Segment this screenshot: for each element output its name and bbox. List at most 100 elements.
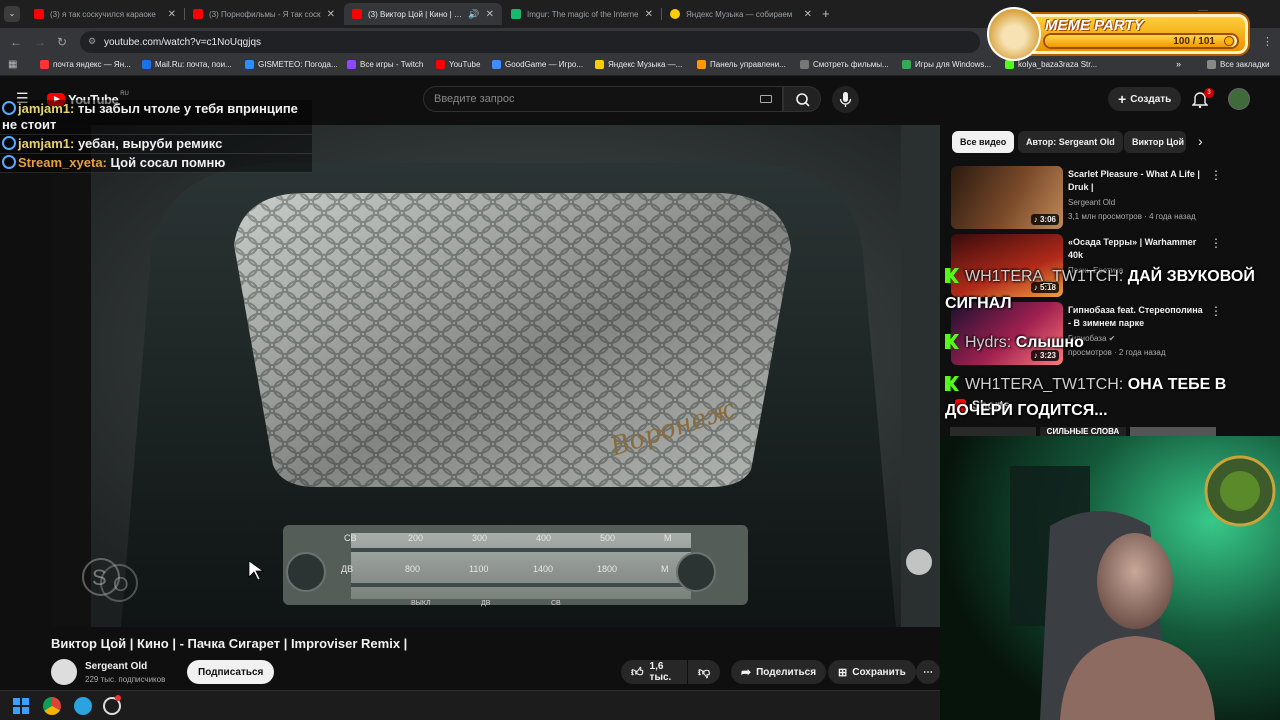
radio-dial-label: ВЫКЛ <box>411 600 431 607</box>
rec-title: Гипнобаза feat. Стереополина - В зимнем … <box>1068 305 1203 328</box>
bookmark-goodgame[interactable]: GoodGame — Игро... <box>492 60 583 69</box>
tab-5[interactable]: Яндекс Музыка — собираем ✕ <box>662 3 820 25</box>
avatar[interactable] <box>51 659 77 685</box>
notifications-badge: 3 <box>1204 88 1214 98</box>
kick-chat-message: Hydrs: Слышно <box>945 334 1084 352</box>
keyboard-icon[interactable] <box>760 95 772 103</box>
more-bookmarks-icon[interactable]: » <box>1176 59 1181 69</box>
rec-menu-icon[interactable]: ⋮ <box>1210 168 1222 182</box>
video-player[interactable]: S O СВ 200 300 400 500 М ДВ 800 1100 1400 1800 М В… <box>51 125 940 627</box>
apps-grid-icon[interactable]: ▦ <box>8 59 17 70</box>
chat-message: Stream_xyeta: Цой сосал помню <box>0 154 312 173</box>
kick-logo-icon <box>945 334 959 349</box>
bookmark-kick-stream[interactable]: kolya_baza3raza Str... <box>1005 60 1097 69</box>
tab-close-icon[interactable]: ✕ <box>168 9 176 20</box>
tab-title: (3) я так соскучился караоке <box>50 9 156 19</box>
bookmark-favicon-icon <box>347 60 356 69</box>
subscribe-button[interactable]: Подписаться <box>187 660 275 684</box>
save-button[interactable]: ⊞ Сохранить <box>828 660 916 684</box>
verified-icon: ✔ <box>1108 334 1116 343</box>
radio-dial-label: СВ <box>551 600 561 607</box>
menu-kebab-icon[interactable]: ⋮ <box>1262 35 1273 48</box>
chip-author[interactable]: Автор: Sergeant Old <box>1018 131 1123 153</box>
rec-menu-icon[interactable]: ⋮ <box>1210 236 1222 250</box>
youtube-favicon-icon <box>34 9 44 19</box>
subscriber-count: 229 тыс. подписчиков <box>85 675 166 684</box>
windows-taskbar <box>0 690 940 720</box>
chevron-right-icon[interactable]: › <box>1198 133 1203 149</box>
kick-chat-message: WH1TERA_TW1TCH: ОНА ТЕБЕ В <box>945 376 1226 394</box>
dislike-button[interactable]: 👎︎ <box>688 660 720 684</box>
radio-dial-label: 500 <box>600 533 615 543</box>
url-text: youtube.com/watch?v=c1NoUqgjqs <box>104 36 262 48</box>
bookmark-windows-games[interactable]: Игры для Windows... <box>902 60 991 69</box>
tab-1[interactable]: (3) я так соскучился караоке ✕ <box>26 3 184 25</box>
bookmark-favicon-icon <box>40 60 49 69</box>
more-actions-button[interactable]: ⋯ <box>916 660 940 684</box>
reload-icon[interactable]: ↻ <box>57 35 67 49</box>
windows-start-icon[interactable] <box>13 698 29 714</box>
back-icon[interactable]: ← <box>10 35 22 49</box>
webcam-feed <box>940 436 1280 720</box>
bookmark-favicon-icon <box>142 60 151 69</box>
tab-4[interactable]: Imgur: The magic of the Interne ✕ <box>503 3 661 25</box>
tab-close-icon[interactable]: ✕ <box>645 9 653 20</box>
radio-dial-label: 300 <box>472 533 487 543</box>
search-input[interactable]: Введите запрос <box>423 86 783 112</box>
bookmark-mail-ru[interactable]: Mail.Ru: почта, пои... <box>142 60 232 69</box>
search-icon <box>796 93 810 107</box>
bookmark-movies[interactable]: Смотреть фильмы... <box>800 60 889 69</box>
telegram-icon[interactable] <box>74 697 92 715</box>
radio-dial-label: 1800 <box>597 564 617 574</box>
bookmark-twitch[interactable]: Все игры - Twitch <box>347 60 423 69</box>
meme-progress-bar: 100 / 101 <box>1043 33 1239 49</box>
bookmark-yandex-music[interactable]: Яндекс Музыка —... <box>595 60 682 69</box>
radio-dial-label: ДВ <box>481 600 491 607</box>
new-tab-icon[interactable]: + <box>822 6 830 21</box>
more-horizontal-icon: ⋯ <box>923 666 933 678</box>
rec-menu-icon[interactable]: ⋮ <box>1210 304 1222 318</box>
avatar[interactable] <box>1228 88 1250 110</box>
radio-dial-label: 200 <box>408 533 423 543</box>
address-bar[interactable]: ⚙ youtube.com/watch?v=c1NoUqgjqs <box>80 31 980 53</box>
bookmark-favicon-icon <box>902 60 911 69</box>
share-button[interactable]: ➦ Поделиться <box>731 660 827 684</box>
doge-icon <box>987 7 1041 61</box>
video-thumbnail[interactable]: ♪ 5:18 <box>951 234 1063 297</box>
like-button[interactable]: 👍︎ 1,6 тыс. <box>621 660 687 684</box>
bookmark-youtube[interactable]: YouTube <box>436 60 480 69</box>
goodgame-icon <box>2 136 16 150</box>
voice-search-button[interactable] <box>832 86 859 113</box>
tab-title: (3) Виктор Цой | Кино | - П <box>368 9 465 19</box>
meme-progress-value: 100 / 101 <box>1173 36 1215 47</box>
channel-name[interactable]: Sergeant Old <box>85 661 147 672</box>
bookmark-yandex-mail[interactable]: почта яндекс — Ян... <box>40 60 131 69</box>
video-title: Виктор Цой | Кино | - Пачка Сигарет | Im… <box>51 636 408 651</box>
tab-close-icon[interactable]: ✕ <box>486 9 494 20</box>
thumbs-up-icon: 👍︎ <box>631 664 644 679</box>
tab-title: (3) Порнофильмы - Я так соск <box>209 9 321 19</box>
tab-close-icon[interactable]: ✕ <box>804 9 812 20</box>
meme-party-title: MEME PARTY <box>1045 17 1144 34</box>
create-button[interactable]: + Создать <box>1108 87 1182 111</box>
recommendation-item[interactable]: ♪ 5:18 «Осада Терры» | Warhammer 40k Пес… <box>951 234 1271 298</box>
duration-badge: ♪ 3:06 <box>1030 214 1059 225</box>
audio-playing-icon[interactable]: 🔊 <box>468 9 479 20</box>
bookmark-all[interactable]: Все закладки <box>1207 60 1269 69</box>
bookmark-gismeteo[interactable]: GISMETEO: Погода... <box>245 60 338 69</box>
recommendation-item[interactable]: ♪ 3:06 Scarlet Pleasure - What A Life | … <box>951 166 1271 230</box>
channel-watermark-icon[interactable] <box>906 549 932 575</box>
tab-close-icon[interactable]: ✕ <box>327 9 335 20</box>
chip-all-videos[interactable]: Все видео <box>952 131 1015 153</box>
bookmark-control-panel[interactable]: Панель управлени... <box>697 60 786 69</box>
chrome-icon[interactable] <box>43 697 61 715</box>
tab-search-icon[interactable]: ⌄ <box>4 6 20 22</box>
tab-3-active[interactable]: (3) Виктор Цой | Кино | - П 🔊 ✕ <box>344 3 502 25</box>
tab-2[interactable]: (3) Порнофильмы - Я так соск ✕ <box>185 3 343 25</box>
forward-icon[interactable]: → <box>34 35 46 49</box>
site-info-icon[interactable]: ⚙ <box>88 36 96 47</box>
chip-viktor-tsoi[interactable]: Виктор Цой <box>1124 131 1186 153</box>
video-thumbnail[interactable]: ♪ 3:06 <box>951 166 1063 229</box>
search-button[interactable] <box>783 86 821 112</box>
recording-indicator-icon <box>115 695 121 701</box>
